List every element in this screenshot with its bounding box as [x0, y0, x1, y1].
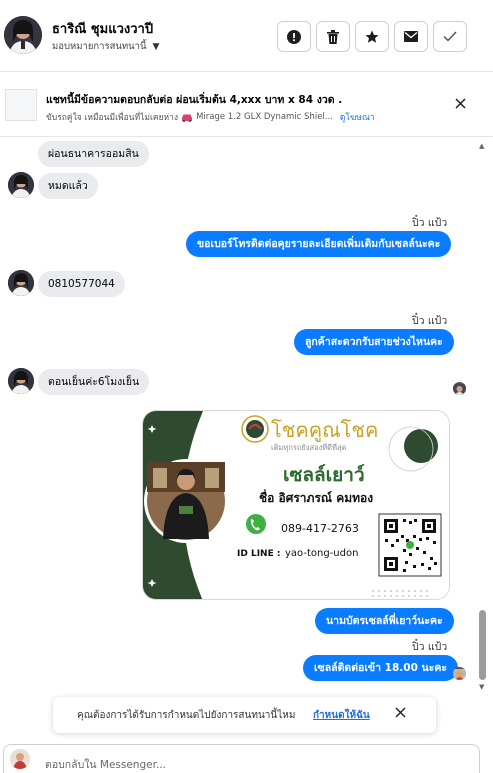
star-button[interactable]: [355, 21, 389, 52]
message-incoming: หมดแล้ว: [38, 173, 98, 199]
sender-label: ปิ๋ว แป้ว: [412, 217, 448, 229]
mark-spam-button[interactable]: [277, 21, 311, 52]
car-icon: [182, 114, 193, 122]
card-phone: 089-417-2763: [281, 522, 359, 535]
reply-composer: ตอบกลับใน Messenger...: [0, 740, 493, 773]
conversation-header: ธาริณี ชุมแวงวาปี มอบหมายการสนทนานี้ ▼: [0, 0, 493, 72]
card-seller-nick: เซลล์เยาว์: [283, 464, 365, 486]
trash-icon: [327, 29, 339, 44]
card-brand: โชคคูณโชค: [271, 418, 378, 443]
check-icon: [443, 31, 457, 42]
scroll-down-arrow-icon[interactable]: ▼: [479, 683, 484, 691]
assign-conversation-dropdown[interactable]: มอบหมายการสนทนานี้ ▼: [52, 39, 159, 54]
page-avatar: [10, 749, 30, 769]
card-seller-name: ชื่อ อิศราภรณ์ คมทอง: [259, 489, 373, 505]
card-line-id: yao-tong-udon: [285, 548, 358, 559]
caret-down-icon: ▼: [152, 41, 160, 52]
alert-icon: [287, 29, 301, 44]
ad-product: Mirage 1.2 GLX Dynamic Shiel...: [196, 112, 333, 122]
reply-placeholder: ตอบกลับใน Messenger...: [45, 759, 166, 771]
mail-icon: [404, 31, 418, 42]
close-icon[interactable]: [395, 707, 406, 718]
ad-thumbnail: [5, 89, 37, 121]
assign-prompt-toast: คุณต้องการได้รับการกำหนดไปยังการสนทนานี้…: [53, 697, 436, 733]
message-outgoing: ลูกค้าสะดวกรับสายช่วงไหนคะ: [294, 329, 454, 355]
star-icon: [365, 30, 379, 43]
mark-unread-button[interactable]: [394, 21, 428, 52]
ad-subtitle: ขับรถคู่ใจ เหมือนมีเพื่อนที่ไม่เคยห่าง: [46, 113, 179, 123]
contact-avatar[interactable]: [4, 16, 42, 54]
read-receipt-avatar: [453, 667, 466, 680]
card-tagline: เติมทุกรถยังสองที่ดีที่สุด: [271, 442, 347, 452]
delete-button[interactable]: [316, 21, 350, 52]
message-outgoing: เซลล์ติดต่อเข้า 18.00 นะคะ: [303, 655, 459, 681]
scroll-up-arrow-icon[interactable]: ▲: [479, 142, 484, 150]
message-outgoing: ขอเบอร์โทรติดต่อคุยรายละเอียดเพิ่มเติมกั…: [186, 231, 452, 257]
close-icon[interactable]: [455, 98, 466, 109]
scrollbar-thumb[interactable]: [479, 610, 486, 680]
read-receipt-avatar: [453, 382, 466, 395]
message-incoming: ตอนเย็นค่ะ6โมงเย็น: [38, 369, 150, 395]
chat-scrollbar[interactable]: ▲ ▼: [478, 138, 488, 698]
sender-label: ปิ๋ว แป้ว: [412, 641, 448, 653]
contact-avatar-small: [8, 172, 34, 198]
contact-avatar-small: [8, 368, 34, 394]
ad-title: แชทนี้มีข้อความตอบกลับต่อ ผ่อนเริ่มต้น 4…: [46, 94, 343, 106]
message-outgoing: นามบัตรเซลล์พี่เยาว์นะคะ: [315, 608, 454, 634]
mark-done-button[interactable]: [433, 21, 467, 52]
header-actions: [277, 21, 467, 52]
card-line-label: ID LINE :: [237, 549, 280, 559]
business-card-image[interactable]: โชคคูณโชค เติมทุกรถยังสองที่ดีที่สุด เซล…: [142, 410, 450, 600]
message-incoming: ผ่อนธนาคารออมสิน: [38, 141, 149, 167]
ad-context-banner: แชทนี้มีข้อความตอบกลับต่อ ผ่อนเริ่มต้น 4…: [0, 73, 493, 137]
assign-prompt-message: คุณต้องการได้รับการกำหนดไปยังการสนทนานี้…: [77, 710, 296, 721]
contact-name[interactable]: ธาริณี ชุมแวงวาปี: [52, 18, 153, 39]
sender-label: ปิ๋ว แป้ว: [412, 315, 448, 327]
message-incoming: 0810577044: [38, 271, 125, 297]
ad-subtitle-row: ขับรถคู่ใจ เหมือนมีเพื่อนที่ไม่เคยห่าง M…: [46, 110, 375, 124]
assign-to-me-link[interactable]: กำหนดให้ฉัน: [313, 708, 370, 723]
assign-label: มอบหมายการสนทนานี้: [52, 41, 147, 52]
contact-avatar-small: [8, 270, 34, 296]
view-ad-link[interactable]: ดูโฆษณา: [340, 110, 375, 124]
